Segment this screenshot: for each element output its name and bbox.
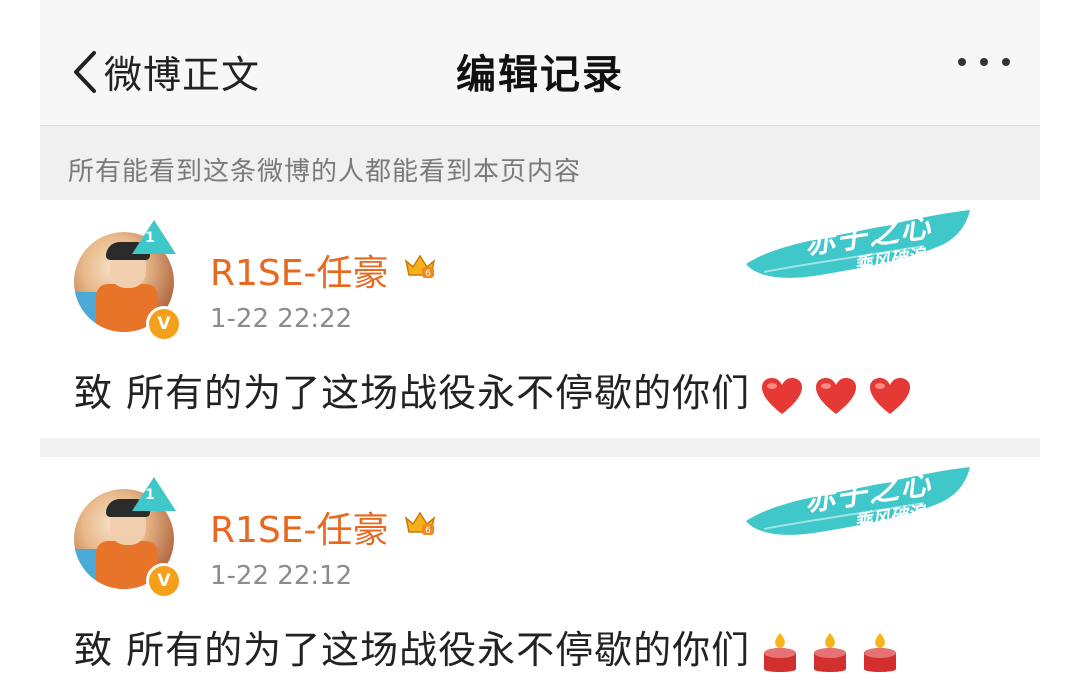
verified-badge-icon: V <box>146 306 182 342</box>
level-badge-text: 1 <box>145 230 155 246</box>
svg-text:6: 6 <box>425 269 431 279</box>
post-timestamp: 1-22 22:22 <box>210 304 353 334</box>
heart-emoji-icon <box>762 377 803 414</box>
heart-emoji-icon <box>870 377 911 414</box>
notice-text: 所有能看到这条微博的人都能看到本页内容 <box>68 157 582 187</box>
visibility-notice: 所有能看到这条微博的人都能看到本页内容 <box>40 126 1040 200</box>
crown-icon: 6 <box>404 254 436 279</box>
verified-badge-icon: V <box>146 563 182 599</box>
promo-banner: 赤子之心 乘风破浪 <box>744 463 974 541</box>
post-text: 致 所有的为了这场战役永不停歇的你们 <box>74 362 912 417</box>
nav-bar: 微博正文 编辑记录 <box>40 0 1040 126</box>
candle-emoji-icon <box>814 632 847 672</box>
heart-emoji-icon <box>816 377 857 414</box>
username[interactable]: R1SE-任豪 <box>210 501 389 553</box>
level-badge-text: 1 <box>145 487 155 503</box>
post-timestamp: 1-22 22:12 <box>210 561 353 591</box>
post-text-body: 致 所有的为了这场战役永不停歇的你们 <box>74 371 751 415</box>
username[interactable]: R1SE-任豪 <box>210 244 389 296</box>
edit-record-item: 1 V R1SE-任豪 6 1-22 22:22 致 所有的为了这场战役永不停歇… <box>40 200 1040 438</box>
edit-record-item: 1 V R1SE-任豪 6 1-22 22:12 致 所有的为了这场战役永不停歇… <box>40 457 1040 688</box>
avatar[interactable]: 1 V <box>74 220 182 342</box>
candle-emoji-icon <box>764 632 797 672</box>
right-margin <box>1040 0 1080 688</box>
post-text: 致 所有的为了这场战役永不停歇的你们 <box>74 619 900 675</box>
app-frame: 微博正文 编辑记录 所有能看到这条微博的人都能看到本页内容 1 V R1SE-任… <box>40 0 1040 688</box>
svg-text:6: 6 <box>425 526 431 536</box>
promo-banner: 赤子之心 乘风破浪 <box>744 206 974 284</box>
left-margin <box>0 0 40 688</box>
avatar[interactable]: 1 V <box>74 477 182 599</box>
crown-icon: 6 <box>404 511 436 536</box>
candle-emoji-icon <box>864 632 897 672</box>
page-title: 编辑记录 <box>456 52 624 98</box>
more-dots-icon[interactable] <box>958 58 1010 66</box>
post-text-body: 致 所有的为了这场战役永不停歇的你们 <box>74 628 751 672</box>
